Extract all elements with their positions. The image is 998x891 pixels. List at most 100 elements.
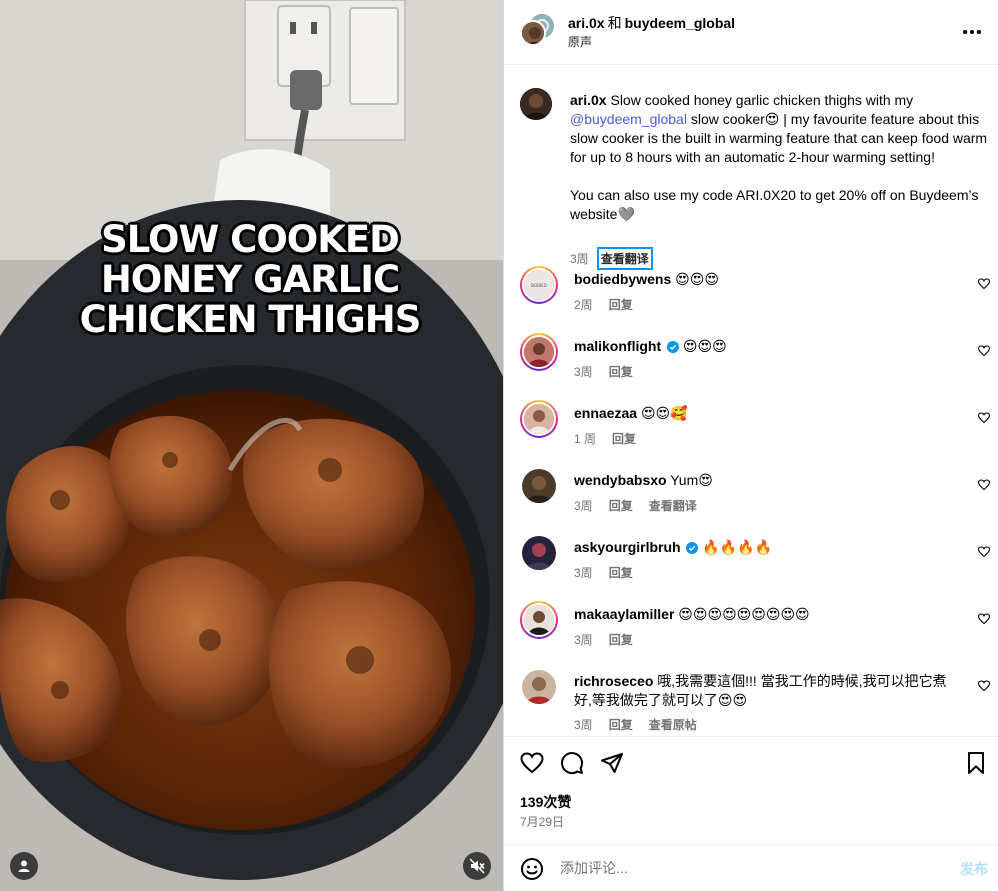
heart-icon — [520, 752, 544, 774]
tagged-users-button[interactable] — [10, 852, 38, 880]
comment-icon — [561, 752, 584, 775]
svg-text:BODIED: BODIED — [531, 283, 547, 288]
comment-username[interactable]: wendybabsxo — [574, 472, 667, 488]
comment-body: wendybabsxo Yum😍 — [574, 471, 954, 490]
comment-item: richroseceo 哦,我需要這個!!! 當我工作的時候,我可以把它煮好,等… — [520, 668, 990, 736]
comment-body: bodiedbywens 😍😍😍 — [574, 270, 954, 289]
comment-username[interactable]: richroseceo — [574, 673, 653, 689]
add-comment-bar: 发布 — [504, 844, 998, 891]
like-comment-heart-icon[interactable] — [978, 613, 990, 625]
emoji-picker-button[interactable] — [520, 857, 544, 881]
reply-button[interactable]: 回复 — [609, 631, 633, 648]
comment-text: 😍😍🥰 — [640, 405, 688, 421]
comment-meta: 3周 回复 — [574, 631, 633, 648]
collab-author-link[interactable]: buydeem_global — [625, 15, 735, 31]
comment-body: malikonflight 😍😍😍 — [574, 337, 954, 356]
comment-input[interactable] — [560, 856, 920, 880]
caption-part-1: Slow cooked honey garlic chicken thighs … — [610, 92, 914, 108]
caption-time: 3周 — [570, 252, 589, 266]
comment-username[interactable]: malikonflight — [574, 338, 661, 354]
original-audio-link[interactable]: 原声 — [568, 33, 592, 50]
like-comment-heart-icon[interactable] — [978, 546, 990, 558]
comment-body: makaaylamiller 😍😍😍😍😍😍😍😍😍 — [574, 605, 954, 624]
comment-username[interactable]: ennaezaa — [574, 405, 637, 421]
avatar: BODIED — [522, 268, 556, 302]
post-comment-button[interactable]: 发布 — [960, 859, 988, 879]
avatar[interactable] — [522, 670, 556, 704]
overlay-line-2: HONEY GARLIC — [100, 258, 400, 301]
reply-button[interactable]: 回复 — [609, 296, 633, 313]
share-button[interactable] — [600, 751, 624, 775]
comment-item: wendybabsxo Yum😍 3周 回复 查看翻译 — [520, 467, 990, 527]
caption-username[interactable]: ari.0x — [570, 92, 607, 108]
comment-time: 3周 — [574, 718, 593, 732]
like-comment-heart-icon[interactable] — [978, 278, 990, 290]
like-button[interactable] — [520, 751, 544, 775]
collab-avatars[interactable] — [520, 14, 556, 50]
comment-time: 3周 — [574, 499, 593, 513]
overlay-line-3: CHICKEN THIGHS — [79, 298, 422, 341]
share-icon — [601, 753, 623, 773]
comment-time: 3周 — [574, 365, 593, 379]
avatar — [522, 603, 556, 637]
comment-time: 1 周 — [574, 432, 597, 446]
like-comment-heart-icon[interactable] — [978, 479, 990, 491]
comment-body: richroseceo 哦,我需要這個!!! 當我工作的時候,我可以把它煮好,等… — [574, 672, 954, 710]
emoji-icon — [521, 858, 543, 880]
comment-meta: 3周 回复 — [574, 564, 633, 581]
reply-button[interactable]: 回复 — [609, 497, 633, 514]
mute-icon — [469, 858, 485, 874]
comment-username[interactable]: askyourgirlbruh — [574, 539, 681, 555]
reply-button[interactable]: 回复 — [612, 430, 636, 447]
like-comment-heart-icon[interactable] — [978, 345, 990, 357]
avatar — [520, 20, 546, 46]
action-bar — [520, 751, 624, 775]
comment-button[interactable] — [560, 751, 584, 775]
post-header: ari.0x 和 buydeem_global 原声 — [504, 0, 998, 65]
comment-item: makaaylamiller 😍😍😍😍😍😍😍😍😍 3周 回复 — [520, 601, 990, 661]
comment-meta: 2周 回复 — [574, 296, 633, 313]
reply-button[interactable]: 回复 — [609, 716, 633, 733]
comment-username[interactable]: makaaylamiller — [574, 606, 674, 622]
like-comment-heart-icon[interactable] — [978, 412, 990, 424]
avatar[interactable] — [522, 536, 556, 570]
reply-button[interactable]: 回复 — [609, 363, 633, 380]
avatar — [522, 335, 556, 369]
like-comment-heart-icon[interactable] — [978, 680, 990, 692]
caption-part-3: You can also use my code ARI.0X20 to get… — [570, 187, 979, 222]
see-original-button[interactable]: 查看原帖 — [649, 716, 697, 733]
post-side-panel: ari.0x 和 buydeem_global 原声 ari.0x Slow coo… — [503, 0, 998, 891]
mention-link[interactable]: @buydeem_global — [570, 111, 687, 127]
comment-text: Yum😍 — [670, 472, 713, 488]
comment-text: 😍😍😍 — [682, 338, 727, 354]
story-ring[interactable] — [520, 333, 558, 371]
author-link[interactable]: ari.0x — [568, 15, 605, 31]
save-button[interactable] — [964, 751, 988, 775]
audio-toggle-button[interactable] — [463, 852, 491, 880]
comment-item: ennaezaa 😍😍🥰 1 周 回复 — [520, 400, 990, 460]
verified-badge-icon — [667, 341, 680, 353]
collab-connector: 和 — [607, 15, 622, 31]
translate-comment-button[interactable]: 查看翻译 — [649, 497, 697, 514]
more-icon — [963, 30, 967, 34]
comment-time: 3周 — [574, 633, 593, 647]
more-options-button[interactable] — [960, 22, 984, 42]
reply-button[interactable]: 回复 — [609, 564, 633, 581]
comment-body: ennaezaa 😍😍🥰 — [574, 404, 954, 423]
avatar[interactable] — [522, 469, 556, 503]
post-authors: ari.0x 和 buydeem_global — [568, 13, 735, 33]
comment-text: 😍😍😍 — [675, 271, 719, 287]
comments-scroll-area[interactable]: ari.0x Slow cooked honey garlic chicken … — [504, 66, 998, 736]
media-overlay-text: SLOW COOKED HONEY GARLIC CHICKEN THIGHS — [0, 220, 500, 340]
post-media[interactable]: SLOW COOKED HONEY GARLIC CHICKEN THIGHS — [0, 0, 503, 891]
user-icon — [18, 860, 30, 872]
likes-count[interactable]: 139次赞 — [520, 792, 571, 812]
story-ring[interactable]: BODIED — [520, 266, 558, 304]
comment-meta: 3周 回复 查看原帖 — [574, 716, 697, 733]
story-ring[interactable] — [520, 400, 558, 438]
verified-badge-icon — [686, 542, 699, 554]
comment-username[interactable]: bodiedbywens — [574, 271, 671, 287]
story-ring[interactable] — [520, 601, 558, 639]
avatar[interactable] — [520, 88, 552, 120]
media-image — [0, 0, 503, 891]
